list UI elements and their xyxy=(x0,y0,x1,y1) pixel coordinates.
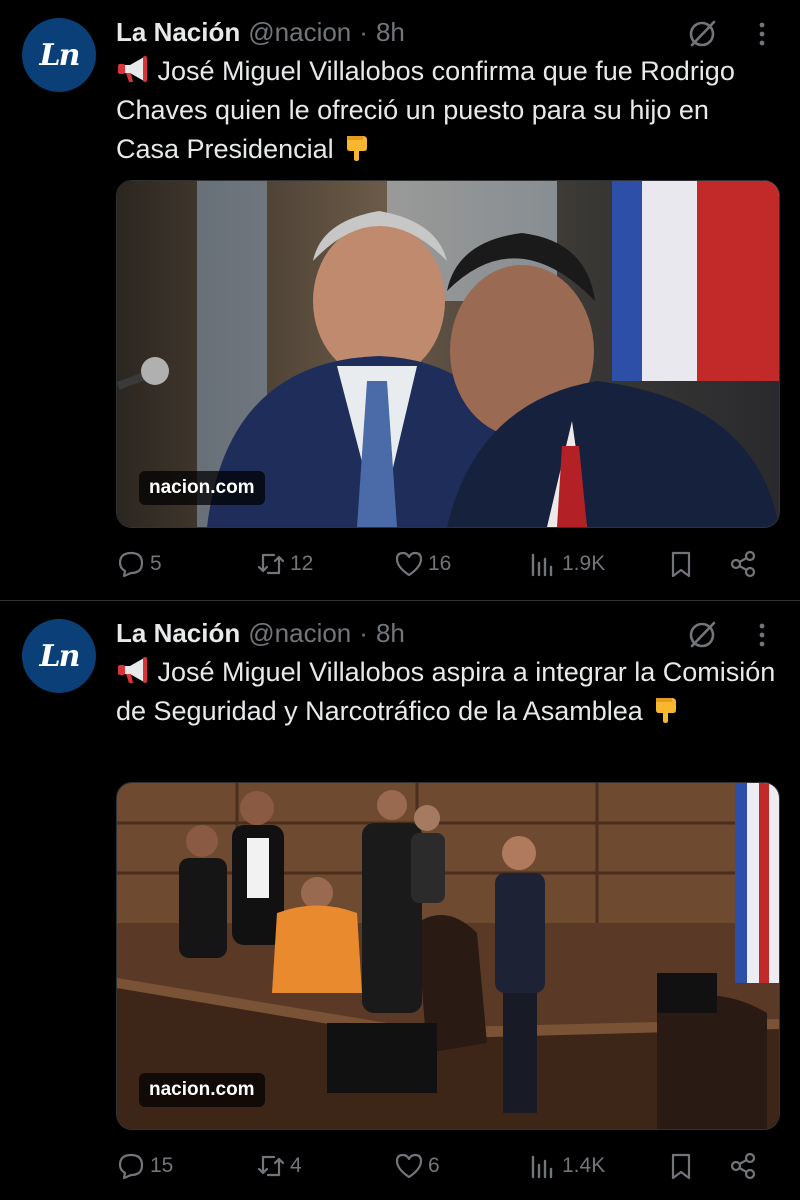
bookmark-icon xyxy=(671,1153,691,1180)
like-count: 6 xyxy=(428,1154,440,1177)
tweet-2[interactable]: Ln La Nación @nacion · 8h José Miguel Vi… xyxy=(0,601,800,1200)
tweet-1[interactable]: Ln La Nación @nacion · 8h José Miguel Vi… xyxy=(0,0,800,600)
like-button[interactable]: 6 xyxy=(394,1148,440,1184)
reply-count: 5 xyxy=(150,552,162,575)
separator-dot: · xyxy=(359,16,368,47)
views-button[interactable]: 1.4K xyxy=(528,1148,605,1184)
author-handle[interactable]: @nacion xyxy=(248,17,351,48)
share-icon xyxy=(730,1152,756,1180)
backhand-index-pointing-down-emoji xyxy=(347,136,368,161)
author-name[interactable]: La Nación xyxy=(116,17,240,48)
like-count: 16 xyxy=(428,552,452,575)
share-icon xyxy=(730,550,756,578)
megaphone-emoji xyxy=(118,657,147,683)
views-icon xyxy=(531,553,553,577)
retweet-icon xyxy=(257,1155,285,1177)
timestamp[interactable]: 8h xyxy=(376,618,405,649)
heart-icon xyxy=(395,551,423,577)
author-name[interactable]: La Nación xyxy=(116,618,240,649)
tweet-text: José Miguel Villalobos aspira a integrar… xyxy=(116,653,776,731)
separator-dot: · xyxy=(359,617,368,648)
reply-icon xyxy=(118,551,144,578)
views-count: 1.4K xyxy=(562,1154,606,1177)
share-button[interactable] xyxy=(728,1148,758,1184)
timestamp[interactable]: 8h xyxy=(376,17,405,48)
tweet-text: José Miguel Villalobos confirma que fue … xyxy=(116,52,776,169)
heart-icon xyxy=(395,1153,423,1179)
views-icon xyxy=(531,1155,553,1179)
bookmark-button[interactable] xyxy=(666,1148,696,1184)
author-handle[interactable]: @nacion xyxy=(248,618,351,649)
avatar[interactable]: Ln xyxy=(22,18,96,92)
grok-icon[interactable] xyxy=(686,18,718,50)
retweet-icon xyxy=(257,553,285,575)
tweet-image[interactable]: nacion.com xyxy=(116,782,780,1130)
reply-count: 15 xyxy=(150,1154,174,1177)
link-source-badge: nacion.com xyxy=(139,1073,265,1107)
reply-button[interactable]: 5 xyxy=(116,546,162,582)
views-count: 1.9K xyxy=(562,552,606,575)
grok-icon[interactable] xyxy=(686,619,718,651)
tweet-text-body: José Miguel Villalobos confirma que fue … xyxy=(116,56,735,164)
bookmark-button[interactable] xyxy=(666,546,696,582)
link-source-badge: nacion.com xyxy=(139,471,265,505)
retweet-count: 12 xyxy=(290,552,314,575)
backhand-index-pointing-down-emoji xyxy=(656,698,677,723)
more-icon[interactable] xyxy=(750,619,774,651)
bookmark-icon xyxy=(671,551,691,578)
views-button[interactable]: 1.9K xyxy=(528,546,605,582)
more-icon[interactable] xyxy=(750,18,774,50)
share-button[interactable] xyxy=(728,546,758,582)
tweet-header: La Nación @nacion · 8h xyxy=(116,14,405,50)
reply-button[interactable]: 15 xyxy=(116,1148,173,1184)
avatar-logo-text: Ln xyxy=(39,638,81,674)
retweet-button[interactable]: 12 xyxy=(256,546,313,582)
tweet-header: La Nación @nacion · 8h xyxy=(116,615,405,651)
avatar[interactable]: Ln xyxy=(22,619,96,693)
retweet-button[interactable]: 4 xyxy=(256,1148,302,1184)
retweet-count: 4 xyxy=(290,1154,302,1177)
tweet-actions: 15 4 6 1.4K xyxy=(116,1148,766,1184)
megaphone-emoji xyxy=(118,56,147,82)
tweet-image[interactable]: nacion.com xyxy=(116,180,780,528)
like-button[interactable]: 16 xyxy=(394,546,451,582)
avatar-logo-text: Ln xyxy=(39,37,81,73)
tweet-actions: 5 12 16 1.9K xyxy=(116,546,766,582)
reply-icon xyxy=(118,1153,144,1180)
